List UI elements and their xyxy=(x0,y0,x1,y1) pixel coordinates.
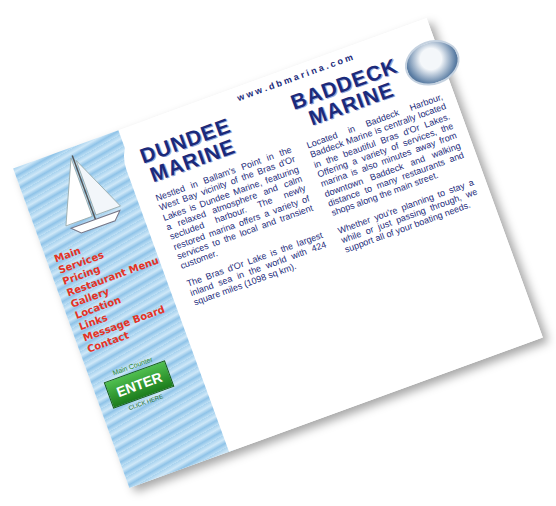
columns: DUNDEEMARINENestled in Ballam's Point in… xyxy=(137,43,482,310)
web-page: MainServicesPricingRestaurant MenuGaller… xyxy=(13,18,543,488)
sailboat-icon xyxy=(23,142,133,252)
counter: Main CounterENTERCLICK HERE xyxy=(101,352,178,417)
marina-column: DUNDEEMARINENestled in Ballam's Point in… xyxy=(137,98,332,311)
boat-photo xyxy=(398,33,466,93)
